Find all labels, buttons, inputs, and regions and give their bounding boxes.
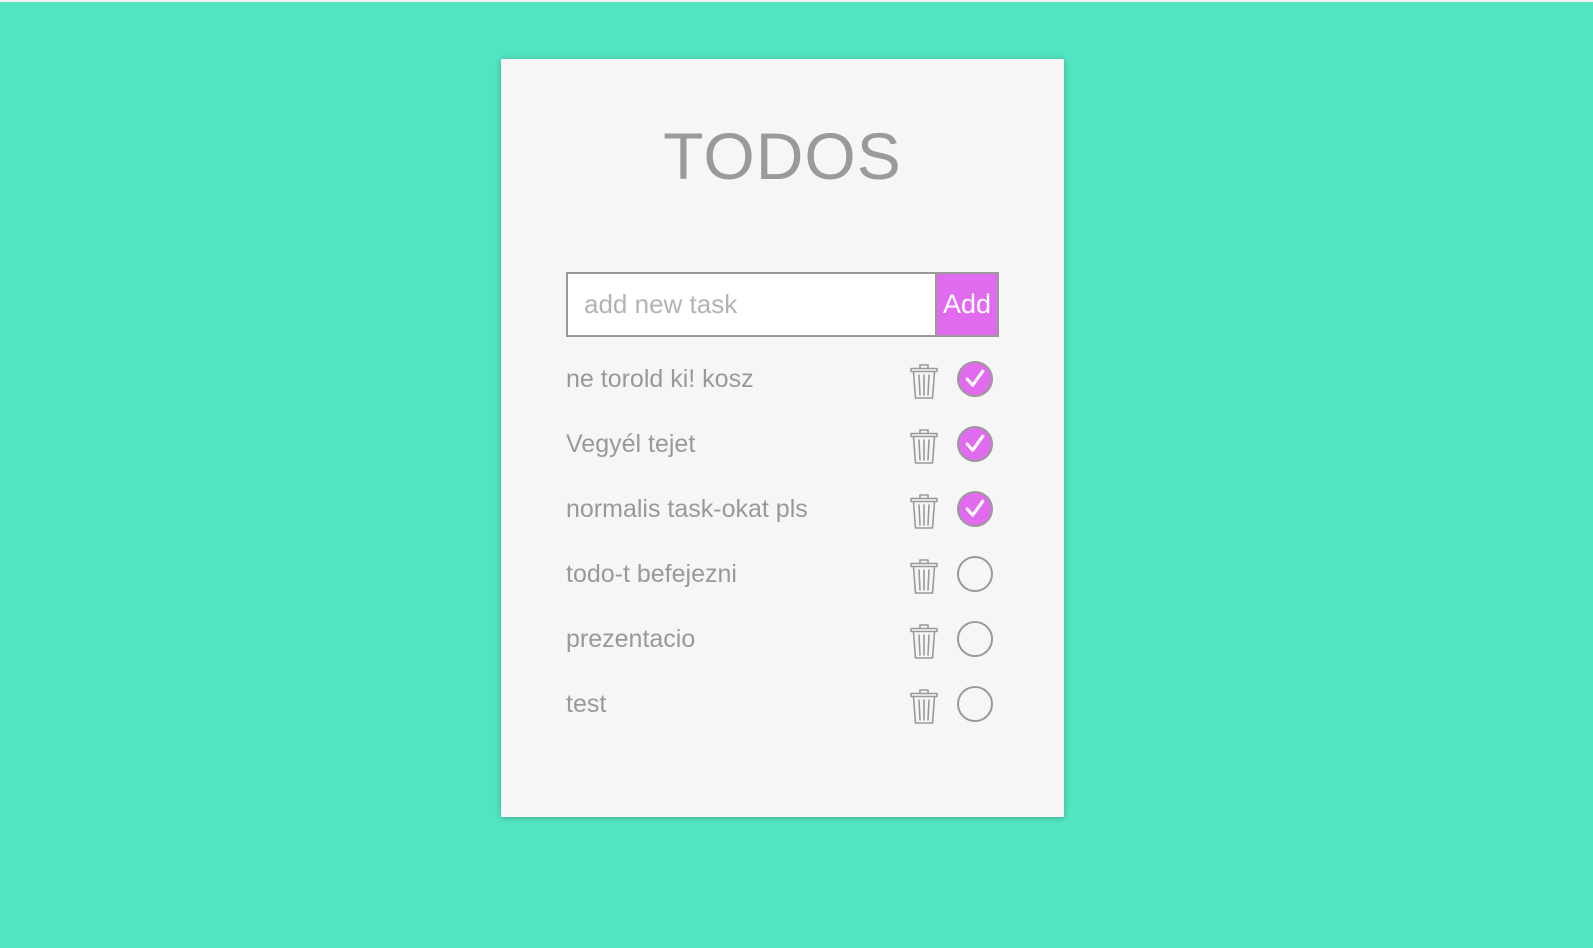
complete-checkbox[interactable]: [957, 556, 993, 592]
new-task-input[interactable]: [568, 274, 937, 335]
add-task-form: Add: [566, 272, 999, 337]
trash-icon[interactable]: [909, 557, 939, 595]
complete-checkbox[interactable]: [957, 686, 993, 722]
complete-checkbox[interactable]: [957, 426, 993, 462]
task-item: Vegyél tejet: [566, 412, 999, 477]
trash-icon[interactable]: [909, 427, 939, 465]
page-title: TODOS: [663, 119, 902, 193]
task-list: ne torold ki! kosz Vegyél tejet normalis…: [566, 347, 999, 737]
trash-icon[interactable]: [909, 492, 939, 530]
task-item: todo-t befejezni: [566, 542, 999, 607]
complete-checkbox[interactable]: [957, 621, 993, 657]
trash-icon[interactable]: [909, 362, 939, 400]
complete-checkbox[interactable]: [957, 491, 993, 527]
task-item: normalis task-okat pls: [566, 477, 999, 542]
complete-checkbox[interactable]: [957, 361, 993, 397]
trash-icon[interactable]: [909, 622, 939, 660]
checkmark-icon: [965, 369, 985, 387]
add-task-button[interactable]: Add: [937, 274, 997, 335]
checkmark-icon: [965, 434, 985, 452]
checkmark-icon: [965, 499, 985, 517]
task-item: prezentacio: [566, 607, 999, 672]
todo-card: TODOS Add ne torold ki! kosz Vegyél teje…: [501, 59, 1064, 817]
task-item: test: [566, 672, 999, 737]
task-item: ne torold ki! kosz: [566, 347, 999, 412]
trash-icon[interactable]: [909, 687, 939, 725]
